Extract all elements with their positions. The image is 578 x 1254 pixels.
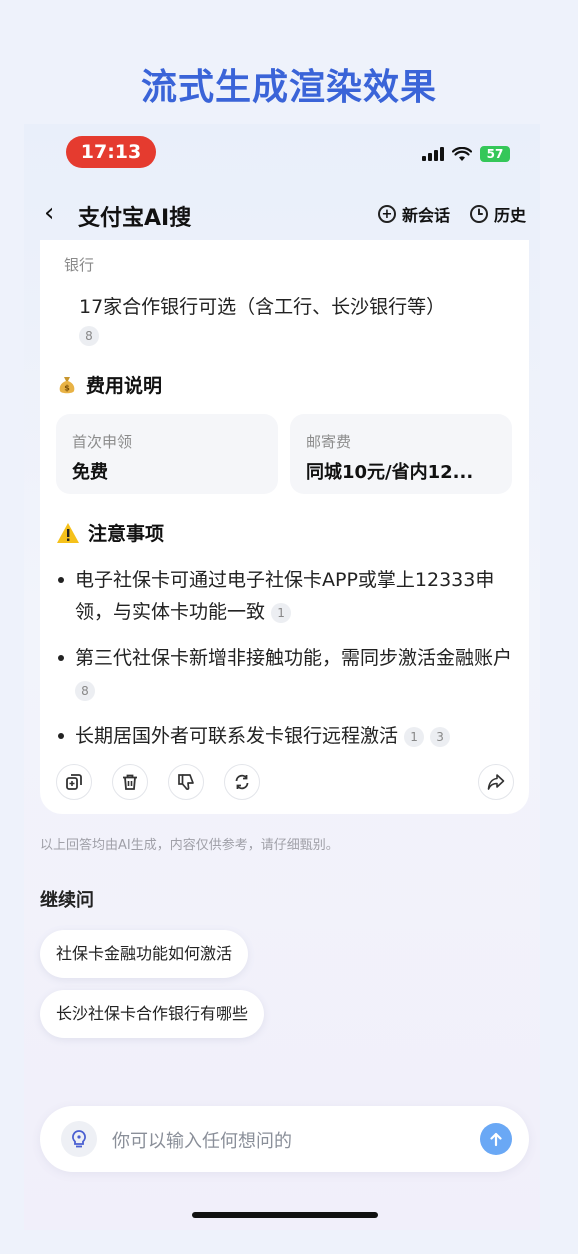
money-bag-icon: $: [59, 376, 75, 393]
share-icon: [487, 774, 505, 790]
fee-label: 首次申领: [72, 433, 133, 451]
list-item: 长期居国外者可联系发卡银行远程激活 1 3: [56, 720, 516, 752]
history-button[interactable]: 历史: [469, 202, 526, 226]
list-item: 电子社保卡可通过电子社保卡APP或掌上12333申领，与实体卡功能一致 1: [56, 564, 516, 628]
ai-disclaimer: 以上回答均由AI生成，内容仅供参考，请仔细甄别。: [40, 838, 339, 853]
nav-actions: + 新会话 历史: [377, 202, 526, 226]
warning-icon: [57, 522, 79, 543]
fee-card-postage: 邮寄费 同城10元/省内12...: [290, 414, 512, 494]
continue-asking-label: 继续问: [40, 890, 94, 911]
new-chat-button[interactable]: + 新会话: [377, 202, 450, 226]
plus-circle-icon: +: [377, 205, 396, 223]
page-title: 支付宝AI搜: [78, 206, 192, 231]
chat-input-bar: 你可以输入任何想问的: [40, 1106, 529, 1172]
status-time: 17:13: [66, 136, 156, 168]
phone-screen: 17:13 57 ‹ 支付宝AI搜 + 新会话 历史 银行 17家合作银行可选（…: [24, 124, 540, 1230]
thumbs-down-icon: [178, 774, 194, 790]
notes-title-text: 注意事项: [88, 523, 165, 545]
share-button[interactable]: [478, 764, 514, 800]
lightbulb-button[interactable]: [61, 1121, 97, 1157]
battery-icon: 57: [480, 146, 510, 162]
chat-input[interactable]: 你可以输入任何想问的: [112, 1127, 292, 1153]
trash-icon: [123, 774, 137, 790]
fees-title-text: 费用说明: [86, 375, 163, 397]
copy-icon: [66, 774, 82, 790]
new-chat-label: 新会话: [401, 206, 450, 225]
suggestion-chip[interactable]: 社保卡金融功能如何激活: [40, 930, 249, 978]
status-bar: 17:13 57: [24, 124, 540, 180]
reference-badge[interactable]: 1: [271, 602, 292, 623]
copy-button[interactable]: [56, 764, 92, 800]
delete-button[interactable]: [112, 764, 148, 800]
bank-value: 17家合作银行可选（含工行、长沙银行等）: [79, 292, 445, 319]
answer-actions: [56, 764, 514, 800]
regenerate-button[interactable]: [224, 764, 260, 800]
lightbulb-icon: [72, 1130, 86, 1148]
dislike-button[interactable]: [168, 764, 204, 800]
send-button[interactable]: [480, 1123, 512, 1155]
reference-badge[interactable]: 8: [79, 326, 99, 346]
note-text: 长期居国外者可联系发卡银行远程激活: [75, 725, 399, 747]
nav-bar: ‹ 支付宝AI搜 + 新会话 历史: [24, 190, 540, 236]
note-text: 第三代社保卡新增非接触功能，需同步激活金融账户: [75, 647, 513, 669]
reference-badge[interactable]: 8: [75, 680, 95, 701]
page-headline: 流式生成渲染效果: [140, 67, 437, 108]
bank-value-text: 17家合作银行可选（含工行、长沙银行等）: [79, 296, 446, 318]
status-icons: 57: [422, 146, 510, 162]
signal-icon: [422, 147, 444, 161]
list-item: 第三代社保卡新增非接触功能，需同步激活金融账户 8: [56, 642, 516, 706]
notes-section-title: 注意事项: [56, 519, 164, 546]
fees-section-title: $ 费用说明: [56, 371, 162, 398]
clock-icon: [469, 205, 488, 223]
fee-value: 同城10元/省内12...: [306, 462, 474, 483]
fee-label: 邮寄费: [306, 433, 352, 451]
history-label: 历史: [493, 206, 526, 225]
fee-card-first-apply: 首次申领 免费: [56, 414, 278, 494]
home-indicator: [192, 1212, 378, 1218]
suggestion-chip[interactable]: 长沙社保卡合作银行有哪些: [40, 990, 265, 1038]
reference-badge[interactable]: 3: [430, 726, 451, 747]
bank-label: 银行: [64, 256, 95, 274]
notes-list: 电子社保卡可通过电子社保卡APP或掌上12333申领，与实体卡功能一致 1 第三…: [56, 564, 516, 766]
back-button[interactable]: ‹: [44, 198, 54, 228]
fee-value: 免费: [72, 462, 108, 483]
reference-badge[interactable]: 1: [404, 726, 425, 747]
wifi-icon: [452, 146, 472, 161]
refresh-icon: [235, 774, 249, 790]
send-arrow-icon: [490, 1132, 502, 1147]
svg-text:$: $: [64, 383, 70, 392]
